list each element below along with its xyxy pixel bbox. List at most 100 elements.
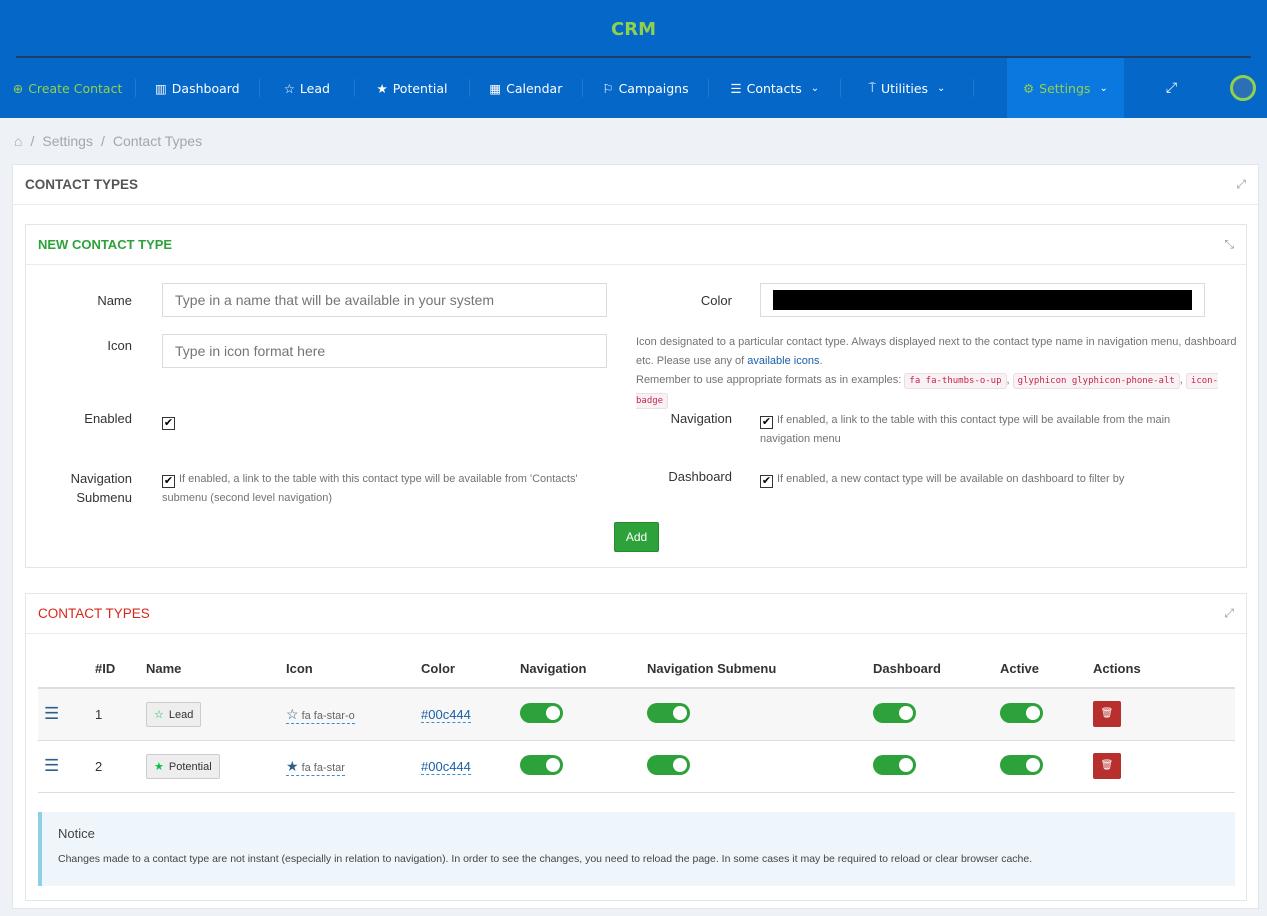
type-name-badge: ★ Potential xyxy=(146,753,220,779)
nav-submenu-checkbox[interactable]: ✔ xyxy=(162,475,175,488)
row-id: 2 xyxy=(95,740,146,793)
enabled-checkbox[interactable]: ✔ xyxy=(162,417,175,430)
fullscreen-button[interactable]: ⤢ xyxy=(1124,58,1219,118)
col-nav-submenu[interactable]: Navigation Submenu xyxy=(647,650,873,689)
star-outline-icon: ☆ xyxy=(286,705,299,722)
star-icon: ★ xyxy=(376,80,388,96)
trash-icon: 🗑 xyxy=(1100,760,1114,771)
delete-button[interactable]: 🗑 xyxy=(1093,753,1121,779)
col-navigation[interactable]: Navigation xyxy=(520,650,647,689)
signpost-icon: ⍑ xyxy=(868,80,876,95)
notice-title: Notice xyxy=(58,826,95,841)
main-nav: ⊕ Create Contact ▥ Dashboard ☆ Lead ★ Potent… xyxy=(0,58,1267,118)
nav-submenu-toggle[interactable] xyxy=(647,754,690,775)
bar-chart-icon: ▥ xyxy=(154,80,167,96)
star-outline-icon: ☆ xyxy=(154,708,164,721)
app-title: CRM xyxy=(611,19,656,40)
color-input[interactable] xyxy=(760,283,1205,317)
gear-icon: ⚙ xyxy=(1022,80,1035,96)
divider xyxy=(972,79,974,97)
type-name-badge: ☆ Lead xyxy=(146,701,202,727)
avatar-icon xyxy=(1229,75,1256,101)
expand-icon: ⤢ xyxy=(1165,80,1178,96)
new-contact-type-panel: NEW CONTACT TYPE ⤡ Name Icon Color Icon d… xyxy=(25,224,1247,568)
list-icon: ☰ xyxy=(730,80,742,96)
plus-circle-icon: ⊕ xyxy=(12,80,24,96)
page-title: CONTACT TYPES xyxy=(25,177,139,192)
nav-submenu-label: Navigation Submenu xyxy=(70,471,132,505)
icon-input[interactable] xyxy=(162,334,607,368)
top-header: CRM xyxy=(0,0,1267,58)
navigation-toggle[interactable] xyxy=(520,702,563,723)
nav-settings[interactable]: ⚙ Settings ⌄ xyxy=(1006,58,1125,118)
expand-icon[interactable]: ⤢ xyxy=(1236,177,1246,192)
color-editable[interactable]: #00c444 xyxy=(421,758,471,775)
nav-calendar[interactable]: ▦ Calendar xyxy=(470,58,582,118)
col-icon[interactable]: Icon xyxy=(286,650,421,689)
available-icons-link[interactable]: available icons xyxy=(747,355,819,367)
collapse-icon[interactable]: ⤡ xyxy=(1224,237,1234,252)
col-actions: Actions xyxy=(1093,650,1235,689)
color-label: Color xyxy=(700,293,732,308)
table-row: ☰ 1 ☆ Lead ☆ fa fa-star-o #00c444 🗑 xyxy=(38,688,1235,741)
star-icon: ★ xyxy=(154,760,164,773)
icon-editable[interactable]: ★ fa fa-star xyxy=(286,758,345,776)
nav-potential[interactable]: ★ Potential xyxy=(355,58,469,118)
navigation-toggle[interactable] xyxy=(520,754,563,775)
color-editable[interactable]: #00c444 xyxy=(421,706,471,723)
enabled-label: Enabled xyxy=(84,411,132,426)
star-icon: ★ xyxy=(286,757,299,774)
drag-handle-icon[interactable]: ☰ xyxy=(38,740,95,793)
col-name[interactable]: Name xyxy=(146,650,286,689)
navigation-label: Navigation xyxy=(670,411,732,426)
form-title: NEW CONTACT TYPE xyxy=(38,237,173,252)
table-header: #ID Name Icon Color Navigation Navigatio… xyxy=(38,650,1235,689)
nav-submenu-toggle[interactable] xyxy=(647,702,690,723)
chevron-down-icon: ⌄ xyxy=(937,82,946,94)
example-code: glyphicon glyphicon-phone-alt xyxy=(1012,373,1180,389)
chevron-down-icon: ⌄ xyxy=(810,82,820,94)
nav-contacts[interactable]: ☰ Contacts ⌄ xyxy=(709,58,840,118)
delete-button[interactable]: 🗑 xyxy=(1093,701,1121,728)
home-icon[interactable]: ⌂ xyxy=(14,133,22,149)
nav-utilities[interactable]: ⍑ Utilities ⌄ xyxy=(841,58,972,118)
user-avatar[interactable] xyxy=(1219,58,1267,118)
col-active[interactable]: Active xyxy=(1000,650,1093,689)
expand-icon[interactable]: ⤢ xyxy=(1224,606,1234,621)
nav-lead[interactable]: ☆ Lead xyxy=(260,58,355,118)
notice-box: Notice Changes made to a contact type ar… xyxy=(38,812,1235,886)
types-title: CONTACT TYPES xyxy=(38,606,150,621)
col-id[interactable]: #ID xyxy=(95,650,146,689)
active-toggle[interactable] xyxy=(1000,754,1043,775)
notice-text: Changes made to a contact type are not i… xyxy=(58,853,1033,865)
breadcrumb-current: Contact Types xyxy=(112,133,203,149)
icon-editable[interactable]: ☆ fa fa-star-o xyxy=(286,706,355,724)
icon-help: Icon designated to a particular contact … xyxy=(636,333,1241,411)
navigation-checkbox[interactable]: ✔ xyxy=(760,416,773,429)
example-code: fa fa-thumbs-o-up xyxy=(904,373,1007,389)
row-id: 1 xyxy=(95,688,146,741)
nav-dashboard[interactable]: ▥ Dashboard xyxy=(136,58,259,118)
icon-label: Icon xyxy=(107,338,132,353)
name-input[interactable] xyxy=(162,283,607,317)
col-dashboard[interactable]: Dashboard xyxy=(873,650,1000,689)
table-row: ☰ 2 ★ Potential ★ fa fa-star #00c444 🗑 xyxy=(38,740,1235,793)
breadcrumb: ⌂ / Settings / Contact Types xyxy=(14,133,203,149)
breadcrumb-settings[interactable]: Settings xyxy=(42,133,93,149)
calendar-icon: ▦ xyxy=(489,80,502,96)
nav-create-contact[interactable]: ⊕ Create Contact xyxy=(0,58,135,118)
active-toggle[interactable] xyxy=(1000,702,1043,723)
col-color[interactable]: Color xyxy=(421,650,520,689)
nav-campaigns[interactable]: ⚐ Campaigns xyxy=(583,58,708,118)
name-label: Name xyxy=(97,293,132,308)
chevron-down-icon: ⌄ xyxy=(1099,82,1108,94)
dashboard-checkbox[interactable]: ✔ xyxy=(760,475,773,488)
dashboard-toggle[interactable] xyxy=(873,754,916,775)
trash-icon: 🗑 xyxy=(1100,708,1114,720)
add-button[interactable]: Add xyxy=(614,522,659,552)
dashboard-label: Dashboard xyxy=(668,469,732,484)
contact-types-table: #ID Name Icon Color Navigation Navigatio… xyxy=(38,650,1235,793)
drag-handle-icon[interactable]: ☰ xyxy=(38,688,95,741)
dashboard-toggle[interactable] xyxy=(873,702,916,723)
color-swatch xyxy=(773,290,1192,310)
